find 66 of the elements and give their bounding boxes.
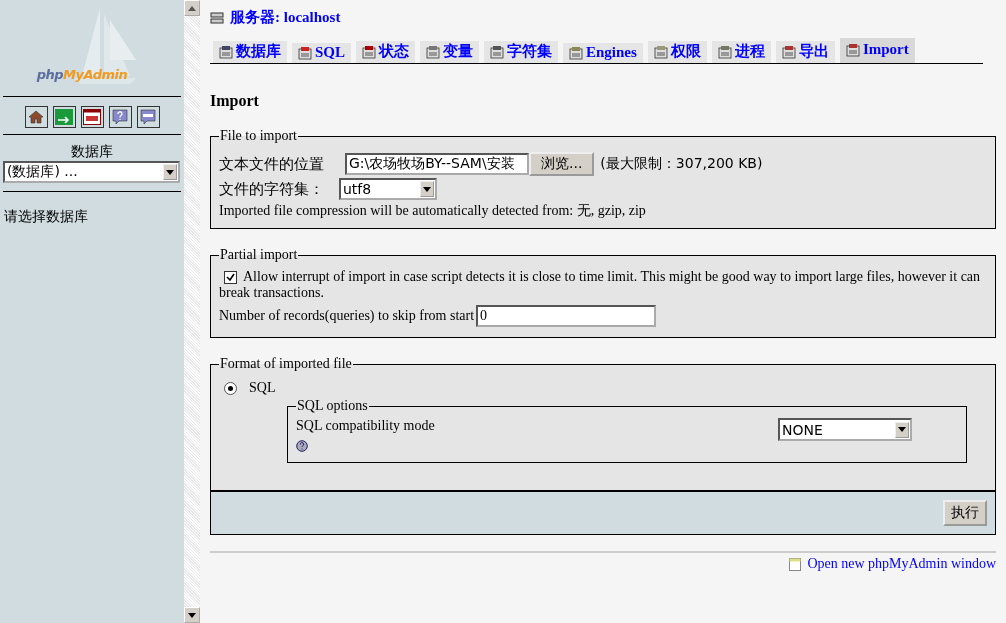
home-button[interactable] <box>24 106 48 128</box>
down-arrow-icon <box>188 612 196 618</box>
tab-icon <box>298 45 312 60</box>
tab[interactable]: 字符集 <box>484 41 558 63</box>
down-arrow-icon <box>898 427 906 432</box>
tab[interactable]: 状态 <box>356 41 415 63</box>
skip-records-label: Number of records(queries) to skip from start <box>219 308 475 324</box>
tab-icon <box>845 42 860 57</box>
help-icon <box>112 109 128 125</box>
tab[interactable]: 进程 <box>711 41 771 63</box>
browse-button[interactable]: 浏览... <box>529 152 595 176</box>
tab[interactable]: 数据库 <box>213 41 287 63</box>
tab-icon <box>490 44 504 59</box>
tab-icon <box>653 44 668 59</box>
compat-mode-select[interactable]: NONE <box>778 418 912 441</box>
compat-mode-label: SQL compatibility mode <box>296 418 435 434</box>
compression-note: Imported file compression will be automatically detected from: 无, gzip, zip <box>219 202 647 220</box>
new-window-link[interactable]: Open new phpMyAdmin window <box>807 556 996 572</box>
radio-button[interactable] <box>224 381 237 395</box>
down-arrow-icon <box>166 169 174 175</box>
charset-label: 文件的字符集： <box>219 179 325 199</box>
tab-icon <box>426 44 440 59</box>
tab[interactable]: 变量 <box>420 41 479 63</box>
query-window-icon <box>83 109 101 125</box>
go-button[interactable]: 执行 <box>943 500 987 526</box>
exit-button[interactable] <box>52 106 76 128</box>
format-option: SQL <box>249 380 276 396</box>
tab-icon <box>569 45 583 60</box>
select-database-hint: 请选择数据库 <box>3 207 89 226</box>
tab[interactable]: 导出 <box>775 41 835 63</box>
allow-interrupt-label: Allow interrupt of import in case script detects it is close to time limit. This might be good way to import large files, however it can break transactions. <box>219 269 982 301</box>
window-icon <box>789 557 802 571</box>
help-icon[interactable] <box>296 440 308 452</box>
panel-legend: SQL options <box>296 398 369 414</box>
charset-select[interactable]: utf8 <box>339 178 437 200</box>
docs-button[interactable] <box>136 106 160 128</box>
up-arrow-icon <box>188 5 196 11</box>
query-button[interactable] <box>80 106 104 128</box>
logo: phpMyAdmin <box>36 67 128 82</box>
tab-icon <box>219 44 233 59</box>
tab-icon <box>362 44 376 59</box>
tab[interactable]: Import <box>839 38 915 63</box>
scrollbar[interactable] <box>184 0 200 623</box>
speech-bubble-icon <box>140 109 156 125</box>
size-limit: (最大限制：307,200 KB) <box>600 155 763 173</box>
exit-icon <box>55 109 73 125</box>
server-icon <box>210 10 224 25</box>
location-label: 文本文件的位置 <box>219 154 325 174</box>
panel-legend: File to import <box>219 128 298 144</box>
database-select[interactable]: (数据库) ... <box>3 161 180 183</box>
tab-icon <box>781 44 796 59</box>
page-heading: Import <box>210 92 260 110</box>
help-button[interactable] <box>108 106 132 128</box>
house-icon <box>28 109 44 125</box>
down-arrow-icon <box>423 186 431 192</box>
tab[interactable]: SQL <box>292 43 351 63</box>
checkbox[interactable] <box>224 271 237 285</box>
tab[interactable]: Engines <box>563 43 643 63</box>
server-title: 服务器: localhost <box>230 8 341 27</box>
skip-records-field[interactable]: 0 <box>476 305 657 327</box>
database-label: 数据库 <box>70 143 114 161</box>
panel-legend: Partial import <box>219 247 299 263</box>
panel-legend: Format of imported file <box>219 356 353 372</box>
tab-icon <box>717 44 732 59</box>
tab[interactable]: 权限 <box>647 41 707 63</box>
file-path-field[interactable]: G:\农场牧场BY--SAM\安装 <box>345 153 529 175</box>
